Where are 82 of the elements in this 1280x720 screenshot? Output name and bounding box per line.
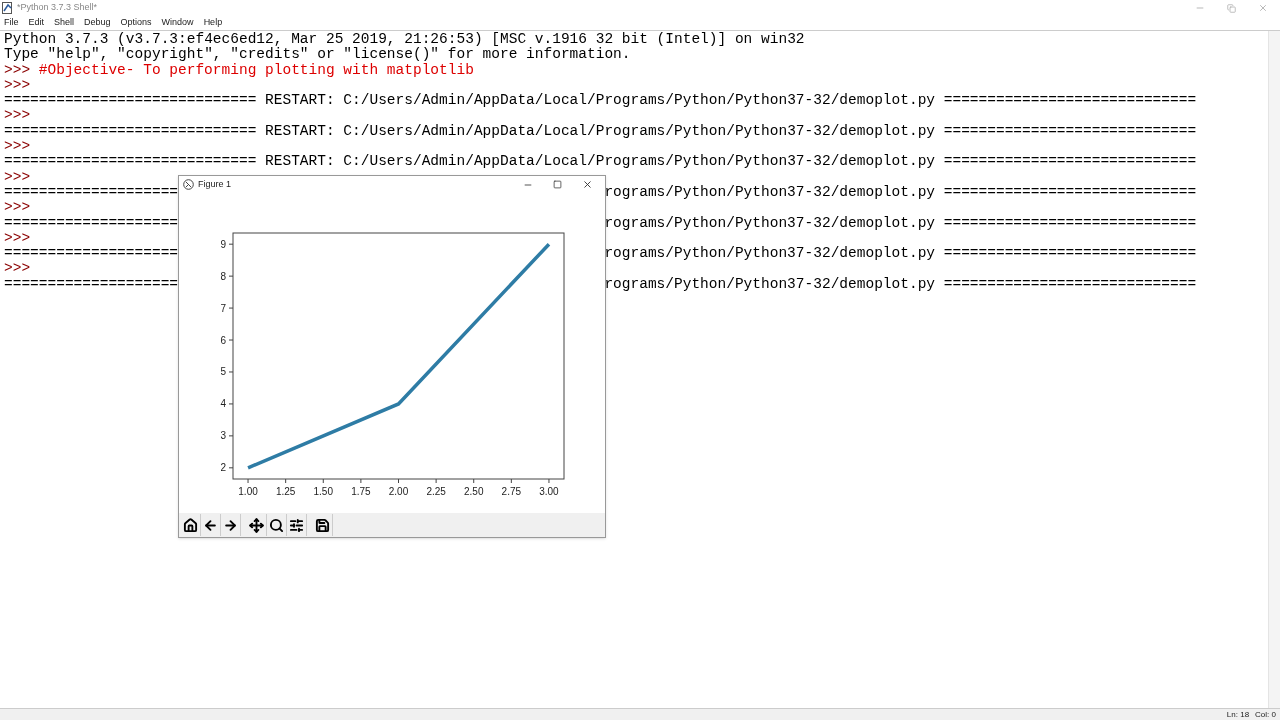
menu-item[interactable]: Help	[203, 16, 223, 30]
x-tick-label: 2.50	[463, 486, 484, 497]
prompt: >>>	[4, 139, 31, 155]
menu-item[interactable]: Options	[120, 16, 152, 30]
maximize-icon[interactable]	[553, 180, 562, 189]
home-icon	[183, 517, 198, 533]
menu-item[interactable]: Edit	[28, 16, 45, 30]
restart-line: ============================= RESTART: C:/Users/Admin/AppData/Local/Programs/Python/Python37-32/demoplot.py =============================	[4, 122, 1197, 139]
output-line: Type "help", "copyright", "credits" or "license()" for more information.	[4, 46, 631, 63]
y-tick: 9	[220, 238, 234, 250]
restart-line: ====================	[4, 275, 179, 292]
figure-title: Figure 1	[198, 177, 232, 191]
toolbar-button[interactable]	[267, 514, 287, 536]
y-tick: 3	[220, 430, 234, 442]
prompt: >>>	[4, 108, 31, 124]
x-tick-label: 2.75	[501, 486, 522, 497]
y-tick-label: 9	[220, 238, 227, 250]
output-line: Python 3.7.3 (v3.7.3:ef4ec6ed12, Mar 25 2019, 21:26:53) [MSC v.1916 32 bit (Intel)] on win32	[4, 31, 805, 47]
scrollbar[interactable]	[1268, 31, 1280, 708]
x-tick: 2.75	[501, 478, 522, 497]
window-title: *Python 3.7.3 Shell*	[17, 1, 98, 15]
line-number: Ln: 18	[1226, 708, 1250, 720]
restart-line: ============================= RESTART: C:/Users/Admin/AppData/Local/Programs/Python/Python37-32/demoplot.py =============================	[4, 92, 1197, 109]
toolbar-button[interactable]	[313, 514, 333, 536]
restart-line: ====================	[4, 245, 179, 262]
y-tick: 6	[220, 334, 234, 346]
x-tick: 2.00	[388, 478, 409, 497]
column-number: Col: 0	[1255, 708, 1276, 720]
x-tick: 1.50	[313, 478, 333, 497]
y-tick-label: 2	[220, 462, 227, 474]
search-icon	[269, 517, 284, 533]
move-icon	[249, 517, 264, 533]
y-tick-label: 6	[220, 334, 227, 346]
restart-line: ====================	[4, 214, 179, 231]
restart-line: ============================= RESTART: C:/Users/Admin/AppData/Local/Programs/Python/Python37-32/demoplot.py =============================	[4, 153, 1197, 170]
restart-line: rograms/Python/Python37-32/demoplot.py =============================	[604, 215, 1197, 231]
x-tick: 1.00	[238, 478, 258, 497]
toolbar-button[interactable]	[287, 514, 307, 536]
x-tick: 1.25	[275, 478, 296, 497]
y-tick-label: 5	[220, 366, 227, 378]
menu-item[interactable]: Shell	[54, 16, 75, 30]
comment-line: #Objective- To performing plotting with matplotlib	[38, 62, 474, 78]
x-tick: 1.75	[351, 478, 371, 497]
menu-item[interactable]: Debug	[84, 16, 111, 30]
x-tick-label: 2.25	[426, 486, 447, 497]
y-tick: 5	[220, 366, 234, 378]
x-tick-label: 1.00	[238, 486, 259, 497]
figure-icon	[183, 179, 194, 190]
prompt: >>>	[4, 62, 31, 78]
restart-line: ====================	[4, 183, 179, 200]
restart-line: rograms/Python/Python37-32/demoplot.py =============================	[604, 184, 1197, 201]
prompt: >>>	[4, 200, 31, 216]
prompt: >>>	[4, 230, 31, 247]
y-tick: 7	[220, 302, 234, 314]
y-tick-label: 4	[220, 398, 227, 410]
x-tick-label: 3.00	[539, 486, 560, 497]
prompt: >>>	[4, 261, 31, 277]
prompt: >>>	[4, 169, 31, 185]
x-tick-label: 1.75	[351, 486, 372, 497]
y-tick-label: 3	[220, 430, 227, 442]
save-icon	[315, 517, 330, 533]
x-tick-label: 1.50	[313, 486, 334, 497]
sliders-icon	[289, 517, 304, 533]
x-tick-label: 1.25	[275, 486, 296, 497]
forward-arrow-icon	[223, 517, 238, 533]
y-tick-label: 7	[220, 302, 227, 314]
restart-line: rograms/Python/Python37-32/demoplot.py =============================	[604, 246, 1197, 262]
toolbar-button[interactable]	[247, 514, 267, 536]
y-tick: 4	[220, 398, 234, 410]
prompt: >>>	[4, 77, 31, 94]
y-tick-label: 8	[220, 270, 227, 282]
x-tick-label: 2.00	[388, 486, 409, 497]
menu-item[interactable]: Window	[161, 16, 194, 30]
y-tick: 8	[220, 270, 234, 282]
toolbar-button[interactable]	[181, 514, 201, 536]
menu-item[interactable]: File	[4, 16, 19, 30]
x-tick: 2.50	[464, 478, 484, 497]
restart-line: rograms/Python/Python37-32/demoplot.py =============================	[604, 276, 1197, 293]
close-icon[interactable]	[582, 179, 593, 190]
y-tick: 2	[220, 462, 234, 474]
x-tick: 2.25	[426, 478, 446, 497]
x-tick: 3.00	[539, 478, 559, 497]
